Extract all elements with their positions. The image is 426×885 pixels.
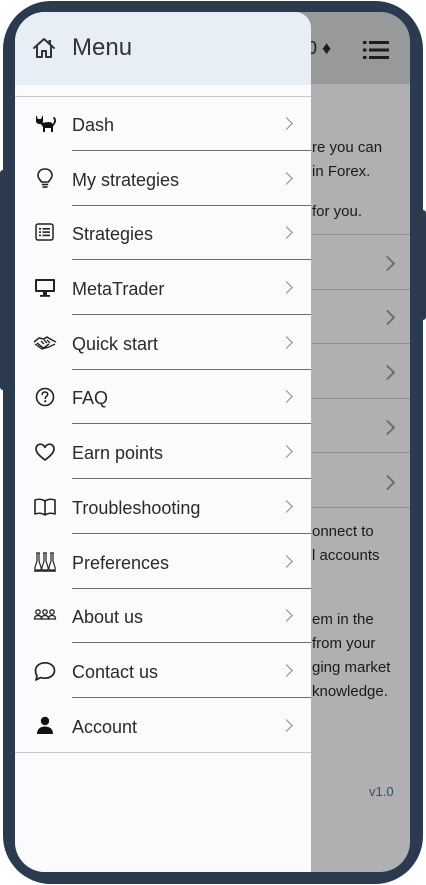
drawer-divider — [72, 423, 311, 424]
drawer-item-label: Account — [72, 717, 138, 737]
chevron-right-icon — [379, 419, 396, 436]
drawer-item-label: Dash — [72, 115, 115, 135]
drawer-divider — [72, 642, 311, 643]
chevron-right-icon — [280, 719, 293, 732]
drawer-divider — [72, 150, 311, 151]
chevron-right-icon — [379, 255, 396, 272]
background-text-line: ging market — [312, 659, 391, 676]
drawer-item-label: FAQ — [72, 388, 109, 408]
drawer-item-my-strategies[interactable]: My strategies — [15, 152, 311, 206]
navigation-drawer: Menu Dash My strategies Strategies MetaT… — [15, 12, 311, 872]
phone-side-button-left — [0, 170, 6, 390]
drawer-item-label: Preferences — [72, 553, 170, 573]
people-icon — [33, 605, 57, 627]
phone-side-button-right — [420, 210, 426, 320]
list-icon — [33, 222, 57, 244]
drawer-item-contact-us[interactable]: Contact us — [15, 644, 311, 698]
background-text-line: in Forex. — [312, 163, 371, 180]
chevron-right-icon — [379, 364, 396, 381]
drawer-item-label: Troubleshooting — [72, 498, 201, 518]
chevron-right-icon — [280, 226, 293, 239]
background-list-divider — [312, 507, 410, 508]
drawer-divider — [72, 478, 311, 479]
chevron-right-icon — [280, 500, 293, 513]
hamburger-menu-icon[interactable] — [363, 40, 389, 65]
chevron-right-icon — [280, 117, 293, 130]
drawer-divider — [15, 752, 311, 753]
drawer-header: Menu — [15, 12, 311, 85]
drawer-item-label: Quick start — [72, 334, 159, 354]
background-list-divider — [312, 343, 410, 344]
chevron-right-icon — [379, 309, 396, 326]
chevron-right-icon — [280, 336, 293, 349]
drawer-item-troubleshooting[interactable]: Troubleshooting — [15, 480, 311, 534]
cat-icon — [33, 113, 57, 135]
heart-icon — [33, 441, 57, 463]
drawer-item-label: About us — [72, 607, 144, 627]
monitor-icon — [33, 277, 57, 299]
background-text-line: re you can — [312, 139, 383, 156]
drawer-divider — [72, 314, 311, 315]
app-version: v1.0 — [369, 784, 394, 799]
drawer-item-label: MetaTrader — [72, 279, 165, 299]
drawer-title: Menu — [72, 34, 133, 61]
person-icon — [33, 715, 57, 737]
background-text-line: em in the — [312, 611, 374, 628]
chevron-right-icon — [280, 445, 293, 458]
background-text-line: from your — [312, 635, 376, 652]
background-text-line: l accounts — [312, 547, 380, 564]
drawer-item-label: Strategies — [72, 224, 154, 244]
drawer-item-strategies[interactable]: Strategies — [15, 206, 311, 260]
background-text-line: for you. — [312, 203, 363, 220]
background-list-divider — [312, 234, 410, 235]
background-list-divider — [312, 452, 410, 453]
drawer-divider — [72, 533, 311, 534]
book-icon — [33, 496, 57, 518]
chevron-right-icon — [379, 474, 396, 491]
chevron-right-icon — [280, 664, 293, 677]
background-list-divider — [312, 289, 410, 290]
drawer-item-label: Contact us — [72, 662, 159, 682]
drawer-item-quick-start[interactable]: Quick start — [15, 316, 311, 370]
home-icon[interactable] — [32, 37, 56, 64]
background-text-line: knowledge. — [312, 683, 388, 700]
background-list-divider — [312, 398, 410, 399]
flasks-icon — [33, 551, 57, 573]
chevron-right-icon — [280, 172, 293, 185]
drawer-divider — [72, 697, 311, 698]
question-circle-icon — [33, 386, 57, 408]
drawer-item-label: Earn points — [72, 443, 164, 463]
drawer-item-earn-points[interactable]: Earn points — [15, 425, 311, 479]
lightbulb-icon — [33, 168, 57, 190]
drawer-divider — [72, 259, 311, 260]
drawer-item-account[interactable]: Account — [15, 699, 311, 753]
background-text-line: onnect to — [312, 523, 374, 540]
drawer-item-label: My strategies — [72, 170, 180, 190]
chevron-right-icon — [280, 390, 293, 403]
chevron-right-icon — [280, 281, 293, 294]
drawer-item-about-us[interactable]: About us — [15, 589, 311, 643]
drawer-item-metatrader[interactable]: MetaTrader — [15, 261, 311, 315]
drawer-item-dash[interactable]: Dash — [15, 97, 311, 151]
chat-icon — [33, 660, 57, 682]
handshake-icon — [33, 332, 57, 354]
chevron-right-icon — [280, 609, 293, 622]
phone-screen: 0 ♦ re you can in Forex. for you. onnect… — [15, 12, 410, 872]
drawer-item-preferences[interactable]: Preferences — [15, 535, 311, 589]
chevron-right-icon — [280, 555, 293, 568]
drawer-item-faq[interactable]: FAQ — [15, 370, 311, 424]
